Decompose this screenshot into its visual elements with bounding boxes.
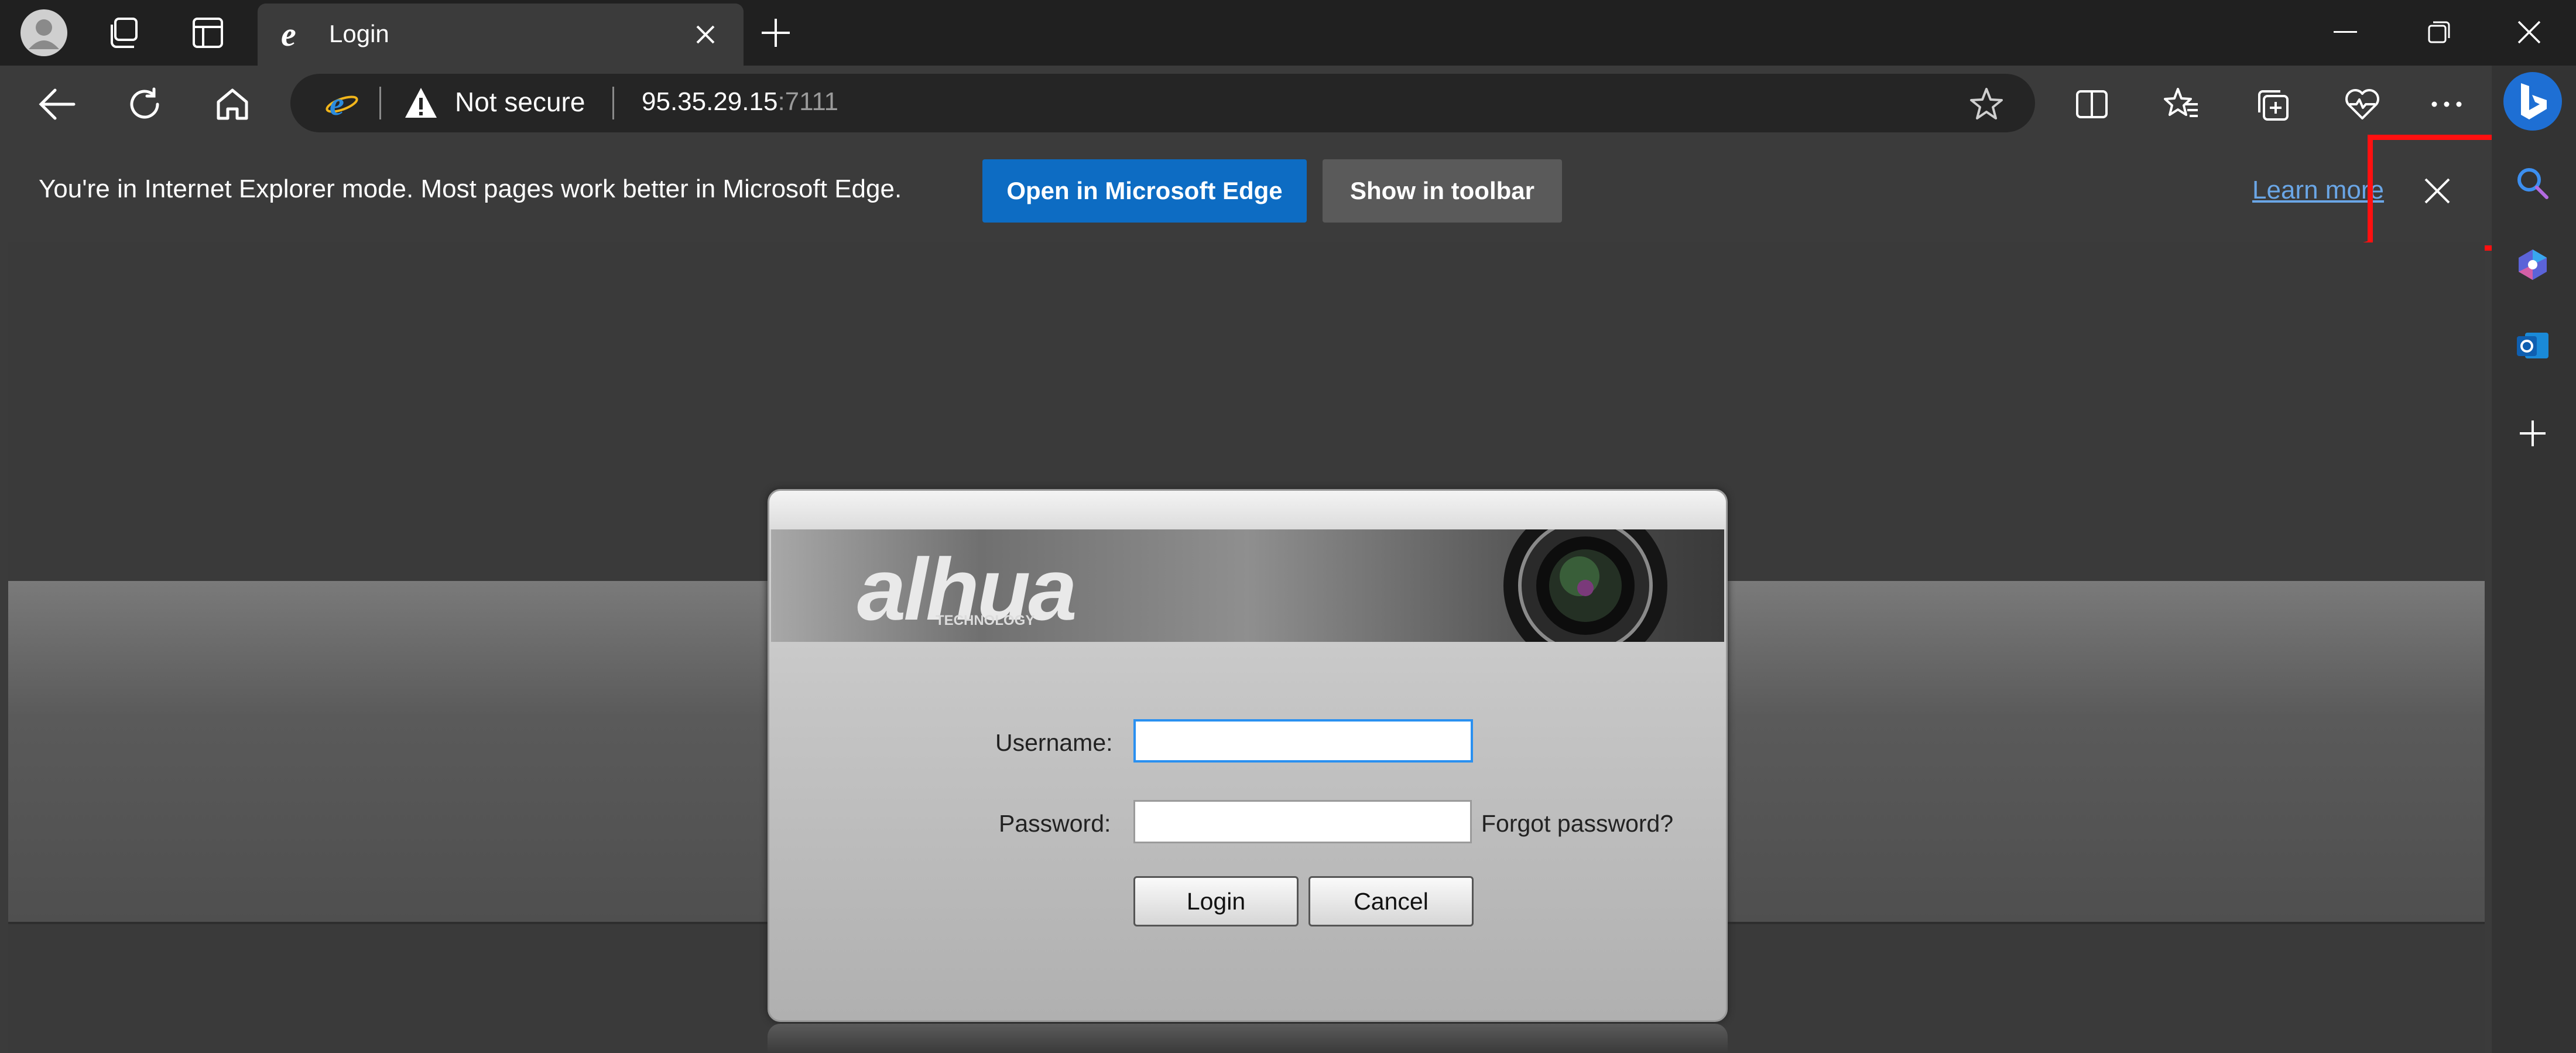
- open-in-edge-button[interactable]: Open in Microsoft Edge: [982, 159, 1307, 223]
- favorite-star-icon[interactable]: [1960, 80, 2013, 129]
- new-tab-icon[interactable]: [749, 6, 802, 59]
- security-status[interactable]: Not secure: [455, 86, 585, 118]
- infobar-message: You're in Internet Explorer mode. Most p…: [39, 175, 902, 203]
- url-port: :7111: [777, 87, 839, 116]
- username-input[interactable]: [1133, 719, 1473, 763]
- restore-icon[interactable]: [2392, 0, 2486, 64]
- login-button[interactable]: Login: [1133, 876, 1299, 926]
- back-icon[interactable]: [30, 80, 83, 129]
- copilot-icon[interactable]: [2512, 244, 2554, 286]
- cancel-button[interactable]: Cancel: [1308, 876, 1474, 926]
- username-label: Username:: [995, 729, 1113, 756]
- close-window-icon[interactable]: [2482, 0, 2576, 64]
- home-icon[interactable]: [206, 80, 259, 129]
- camera-lens-icon: [1503, 529, 1667, 642]
- svg-text:e: e: [330, 86, 344, 119]
- ie-icon: e: [278, 15, 311, 53]
- close-icon[interactable]: [685, 14, 726, 55]
- performance-icon[interactable]: [2336, 80, 2389, 129]
- outlook-icon[interactable]: [2512, 324, 2554, 367]
- separator: [612, 87, 614, 119]
- password-input[interactable]: [1133, 800, 1472, 843]
- password-label: Password:: [999, 810, 1111, 837]
- refresh-icon[interactable]: [118, 80, 171, 129]
- svg-text:e: e: [281, 16, 296, 50]
- favorites-icon[interactable]: [2156, 80, 2208, 129]
- edge-sidebar: [2492, 66, 2576, 1053]
- url-text[interactable]: 95.35.29.15:7111: [642, 87, 838, 117]
- learn-more-link[interactable]: Learn more: [2252, 176, 2384, 205]
- search-icon[interactable]: [2512, 162, 2554, 204]
- annotation-highlight-box: [2368, 135, 2502, 251]
- tab-login[interactable]: e Login: [258, 4, 744, 66]
- forgot-password-link[interactable]: Forgot password?: [1481, 810, 1673, 837]
- add-icon[interactable]: [2512, 412, 2554, 454]
- warning-icon[interactable]: [404, 86, 438, 120]
- tab-title: Login: [329, 20, 389, 47]
- more-icon[interactable]: [2420, 80, 2473, 129]
- split-screen-icon[interactable]: [2065, 80, 2118, 129]
- dialog-header: [769, 491, 1726, 529]
- dialog-reflection: [768, 1024, 1728, 1053]
- tab-strip: e Login: [0, 0, 2576, 66]
- collections-icon[interactable]: [2246, 80, 2298, 129]
- profile-icon[interactable]: [18, 6, 70, 59]
- brand-tagline: TECHNOLOGY: [936, 613, 1035, 628]
- ie-icon[interactable]: e: [325, 86, 359, 122]
- tab-actions-icon[interactable]: [181, 6, 234, 59]
- minimize-icon[interactable]: [2298, 0, 2392, 64]
- bing-icon[interactable]: [2503, 72, 2562, 131]
- separator: [379, 87, 381, 119]
- url-host: 95.35.29.15: [642, 87, 778, 116]
- workspaces-icon[interactable]: [98, 6, 151, 59]
- show-in-toolbar-button[interactable]: Show in toolbar: [1323, 159, 1562, 223]
